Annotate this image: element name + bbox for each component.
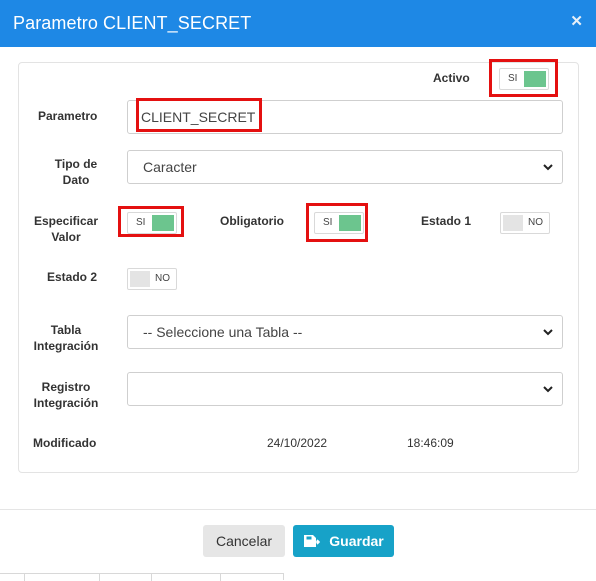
tabla-integracion-label: Tabla Integración [33,323,99,353]
tipo-dato-select[interactable]: Caracter [127,150,563,184]
parametro-input[interactable]: CLIENT_SECRET [127,100,563,134]
registro-integracion-select[interactable] [127,372,563,406]
modificado-label: Modificado [33,436,97,450]
activo-toggle[interactable]: SI [499,68,549,90]
dialog-title: Parametro CLIENT_SECRET [13,13,252,33]
cancel-button[interactable]: Cancelar [203,525,285,557]
activo-label: Activo [433,71,470,85]
obligatorio-label: Obligatorio [220,214,284,228]
especificar-valor-label: Especificar Valor [33,214,99,244]
modificado-time: 18:46:09 [407,436,454,450]
dialog-header: Parametro CLIENT_SECRET [0,0,596,47]
estado1-toggle[interactable]: NO [500,212,550,234]
parametro-label: Parametro [38,109,98,123]
chevron-down-icon [543,329,553,336]
obligatorio-toggle[interactable]: SI [314,212,364,234]
parametro-value: CLIENT_SECRET [141,109,256,125]
registro-integracion-label: Registro Integración [33,380,99,410]
background-table-edge [0,573,284,581]
tipo-dato-label: Tipo de Dato [54,157,98,187]
estado2-label: Estado 2 [47,270,98,284]
estado2-toggle[interactable]: NO [127,268,177,290]
tabla-integracion-select[interactable]: -- Seleccione una Tabla -- [127,315,563,349]
save-icon [304,535,321,547]
footer-divider [0,509,596,510]
close-icon[interactable]: ✕ [570,12,583,30]
especificar-valor-toggle[interactable]: SI [127,212,177,234]
estado1-label: Estado 1 [421,214,472,228]
chevron-down-icon [543,386,553,393]
modificado-date: 24/10/2022 [267,436,328,450]
chevron-down-icon [543,164,553,171]
save-button[interactable]: Guardar [293,525,394,557]
